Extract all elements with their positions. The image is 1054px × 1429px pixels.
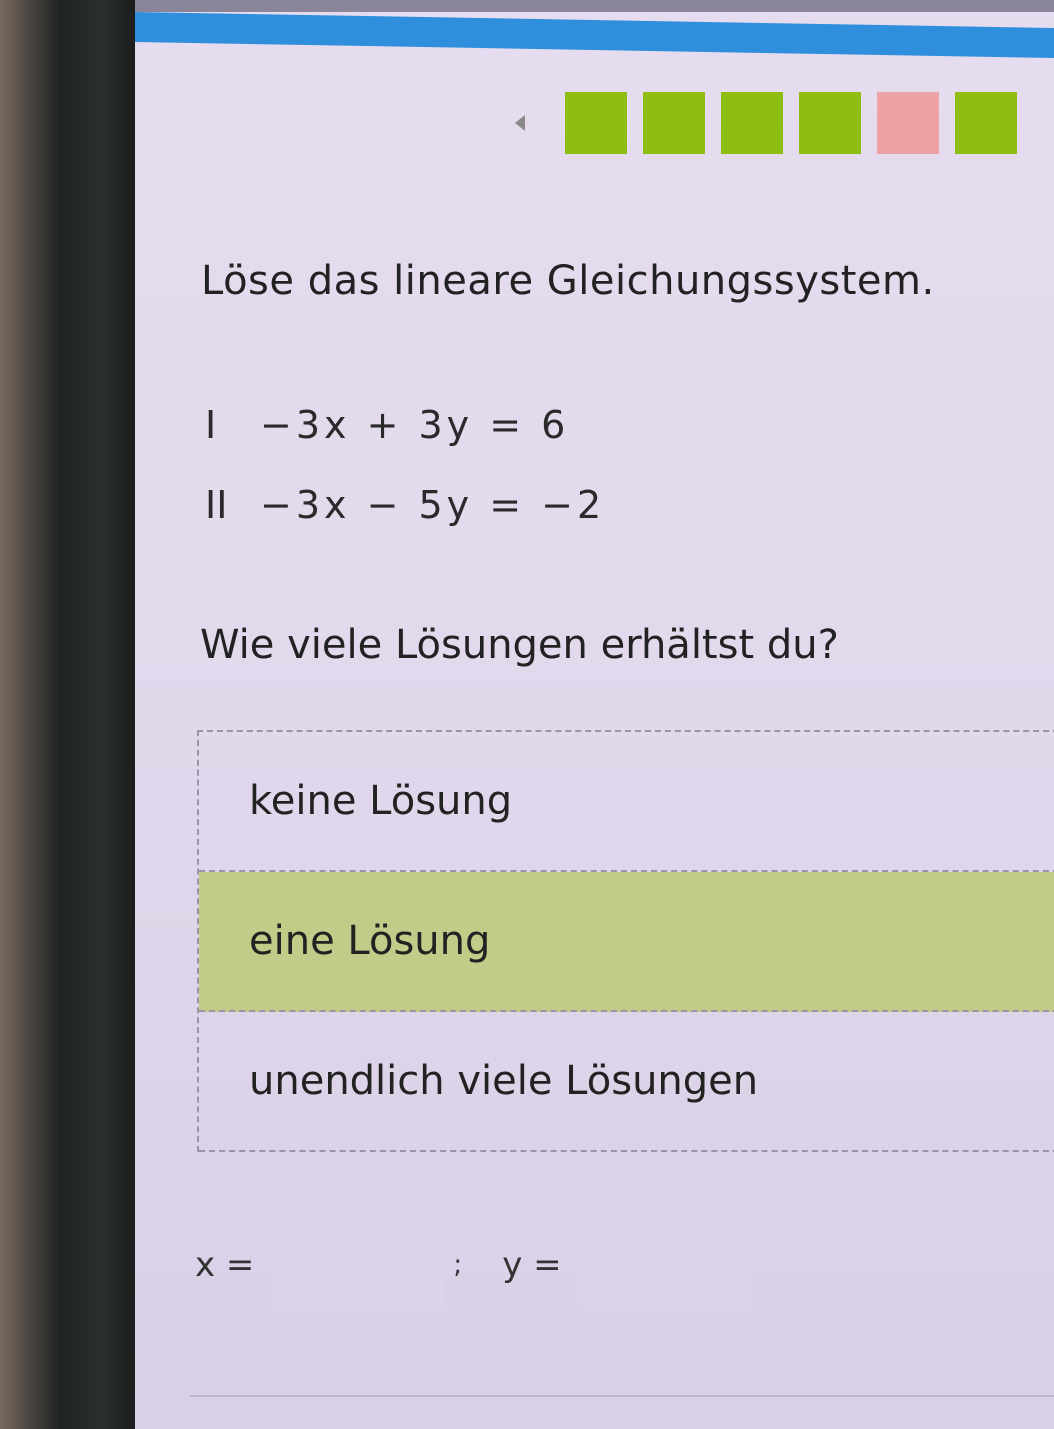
option-label: keine Lösung — [249, 778, 513, 824]
x-input[interactable] — [274, 1220, 444, 1310]
option-unendlich-viele[interactable]: unendlich viele Lösungen — [199, 1012, 1054, 1152]
screen: Löse das lineare Gleichungssystem. I −3x… — [135, 0, 1054, 1429]
divider — [190, 1395, 1054, 1397]
option-eine-loesung[interactable]: eine Lösung — [199, 872, 1054, 1012]
chevron-left-icon[interactable] — [515, 114, 525, 131]
y-input[interactable] — [581, 1220, 751, 1310]
y-label: y = — [502, 1245, 562, 1285]
separator: ; — [453, 1250, 463, 1280]
equation-row: II −3x − 5y = −2 — [205, 465, 605, 545]
x-label: x = — [195, 1245, 255, 1285]
equation-row: I −3x + 3y = 6 — [205, 385, 605, 465]
progress-segment[interactable] — [643, 91, 705, 154]
equation-text: −3x + 3y = 6 — [260, 403, 570, 447]
task-title: Löse das lineare Gleichungssystem. — [201, 258, 935, 304]
progress-bar — [515, 85, 1033, 160]
progress-segment[interactable] — [877, 91, 939, 154]
equation-label: I — [205, 403, 217, 447]
equation-text: −3x − 5y = −2 — [260, 483, 606, 527]
progress-segment[interactable] — [721, 91, 783, 154]
progress-segment[interactable] — [565, 91, 627, 154]
solution-inputs: x = ; y = — [195, 1220, 751, 1310]
answer-options: keine Lösung eine Lösung unendlich viele… — [197, 730, 1054, 1152]
option-label: unendlich viele Lösungen — [249, 1058, 759, 1104]
equation-label: II — [205, 483, 228, 527]
question-text: Wie viele Lösungen erhältst du? — [200, 622, 839, 668]
progress-segment[interactable] — [799, 91, 861, 154]
progress-segment[interactable] — [955, 91, 1017, 154]
top-strip — [135, 0, 1054, 12]
top-bar — [135, 12, 1054, 59]
device-bezel — [0, 0, 135, 1429]
equation-system: I −3x + 3y = 6 II −3x − 5y = −2 — [205, 385, 605, 545]
option-keine-loesung[interactable]: keine Lösung — [199, 732, 1054, 872]
option-label: eine Lösung — [249, 918, 491, 964]
